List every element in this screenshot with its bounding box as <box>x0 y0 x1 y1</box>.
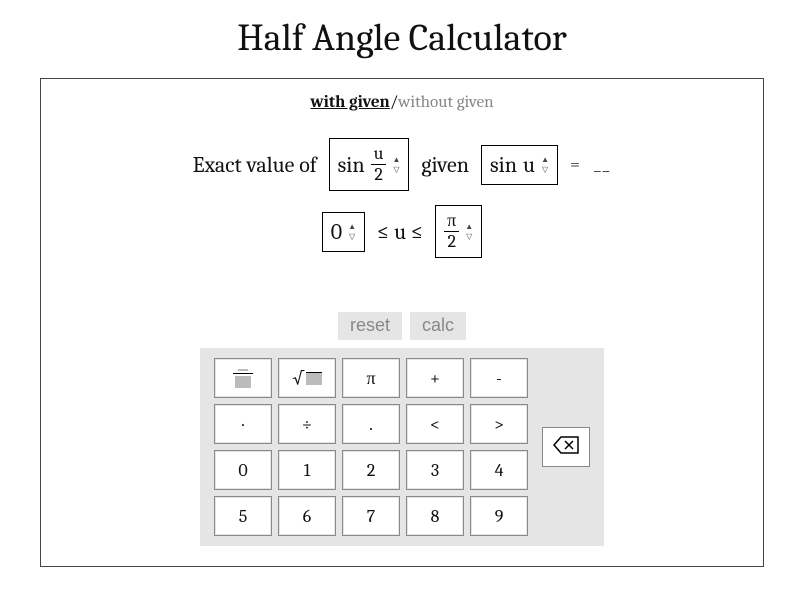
spinner-icon[interactable]: ▲▽ <box>392 155 400 175</box>
key-3[interactable]: 3 <box>406 450 464 490</box>
key-0[interactable]: 0 <box>214 450 272 490</box>
expression-row-2: 0 ▲▽ ≤ u ≤ π 2 ▲▽ <box>51 205 753 258</box>
keypad-grid: √ π + - · ÷ . < > 0 1 2 3 4 <box>214 358 528 536</box>
key-2[interactable]: 2 <box>342 450 400 490</box>
function-name: sin <box>490 152 517 178</box>
key-fraction[interactable] <box>214 358 272 398</box>
expression-row-1: Exact value of sin u 2 ▲▽ given sinu ▲▽ … <box>51 138 753 191</box>
key-8[interactable]: 8 <box>406 496 464 536</box>
key-gt[interactable]: > <box>470 404 528 444</box>
calculator-panel: with given/without given Exact value of … <box>40 78 764 567</box>
value-blank[interactable]: __ <box>594 154 611 175</box>
prefix-text: Exact value of <box>193 152 317 178</box>
fraction-numerator: u <box>371 145 387 165</box>
key-plus[interactable]: + <box>406 358 464 398</box>
key-sqrt[interactable]: √ <box>278 358 336 398</box>
page-title: Half Angle Calculator <box>0 16 804 60</box>
half-angle-fraction: u 2 <box>371 145 387 184</box>
upper-bound-select[interactable]: π 2 ▲▽ <box>435 205 482 258</box>
action-buttons: reset calc <box>51 312 753 340</box>
function-arg: u <box>523 152 535 178</box>
fraction-denominator: 2 <box>444 232 459 251</box>
key-5[interactable]: 5 <box>214 496 272 536</box>
key-backspace[interactable] <box>542 427 590 467</box>
calc-button[interactable]: calc <box>410 312 466 340</box>
tab-separator: / <box>390 93 398 112</box>
function-select-full[interactable]: sinu ▲▽ <box>481 145 558 185</box>
key-9[interactable]: 9 <box>470 496 528 536</box>
upper-bound-fraction: π 2 <box>444 212 459 251</box>
reset-button[interactable]: reset <box>338 312 402 340</box>
key-lt[interactable]: < <box>406 404 464 444</box>
lower-bound-value: 0 <box>331 219 342 245</box>
function-name: sin <box>338 152 365 178</box>
inequality-text: ≤ u ≤ <box>377 219 423 245</box>
spinner-icon[interactable]: ▲▽ <box>541 155 549 175</box>
key-divide[interactable]: ÷ <box>278 404 336 444</box>
given-word: given <box>421 152 469 178</box>
key-7[interactable]: 7 <box>342 496 400 536</box>
key-6[interactable]: 6 <box>278 496 336 536</box>
mode-tabs: with given/without given <box>51 93 753 112</box>
key-cdot[interactable]: · <box>214 404 272 444</box>
fraction-numerator: π <box>444 212 459 232</box>
key-decimal[interactable]: . <box>342 404 400 444</box>
spinner-icon[interactable]: ▲▽ <box>465 222 473 242</box>
equals-sign: = <box>570 154 582 175</box>
backspace-icon <box>553 436 579 454</box>
spinner-icon[interactable]: ▲▽ <box>348 222 356 242</box>
tab-without-given[interactable]: without given <box>398 93 493 112</box>
key-pi[interactable]: π <box>342 358 400 398</box>
key-4[interactable]: 4 <box>470 450 528 490</box>
key-1[interactable]: 1 <box>278 450 336 490</box>
function-select-half[interactable]: sin u 2 ▲▽ <box>329 138 410 191</box>
key-minus[interactable]: - <box>470 358 528 398</box>
fraction-denominator: 2 <box>371 165 386 184</box>
keypad-panel: √ π + - · ÷ . < > 0 1 2 3 4 <box>200 348 604 546</box>
tab-with-given[interactable]: with given <box>310 93 389 112</box>
lower-bound-select[interactable]: 0 ▲▽ <box>322 212 365 252</box>
